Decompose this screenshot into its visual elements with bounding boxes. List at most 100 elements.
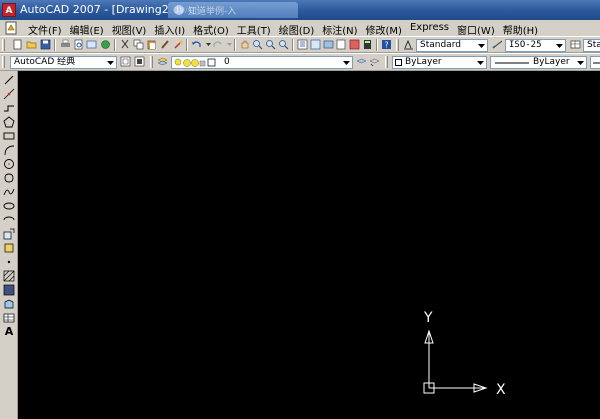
- title-bar: A AutoCAD 2007 - [Drawing2.dwg] 知道举例-入: [0, 0, 600, 20]
- hatch-icon[interactable]: [3, 270, 15, 282]
- toolbar-grip[interactable]: [385, 56, 388, 68]
- workspace-value: AutoCAD 经典: [14, 57, 76, 67]
- chevron-down-icon: [477, 61, 484, 65]
- ucs-icon: Y X: [423, 310, 506, 398]
- chevron-down-icon: [556, 44, 563, 48]
- 3d-dwf-icon[interactable]: [100, 39, 111, 50]
- ellipse-arc-icon[interactable]: [3, 214, 15, 226]
- toolbar-grip[interactable]: [2, 39, 5, 51]
- pan-icon[interactable]: [239, 39, 250, 50]
- cut-icon[interactable]: [120, 39, 131, 50]
- markup-set-icon[interactable]: [349, 39, 360, 50]
- dim-style-dropdown[interactable]: ISO-25: [505, 39, 566, 52]
- linetype-value: ByLayer: [533, 57, 570, 67]
- separator: [186, 39, 188, 51]
- layers-toolbar: AutoCAD 经典 0 ByLayer ByLayer: [0, 53, 600, 71]
- separator: [292, 39, 294, 51]
- gradient-icon[interactable]: [3, 284, 15, 296]
- polygon-icon[interactable]: [3, 116, 15, 128]
- ellipse-icon[interactable]: [3, 200, 15, 212]
- separator: [234, 39, 236, 51]
- layer-manager-icon[interactable]: [157, 56, 168, 67]
- svg-text:?: ?: [384, 41, 388, 50]
- browser-icon: [174, 5, 184, 15]
- color-value: ByLayer: [405, 57, 442, 67]
- construction-line-icon[interactable]: [3, 88, 15, 100]
- print-icon[interactable]: [60, 39, 71, 50]
- lineweight-sample-icon: [593, 62, 600, 64]
- toolbar-grip[interactable]: [2, 56, 5, 68]
- ucs-y-label: Y: [423, 310, 433, 326]
- text-style-icon[interactable]: [403, 39, 414, 50]
- polyline-icon[interactable]: [3, 102, 15, 114]
- match-properties-icon[interactable]: [160, 39, 171, 50]
- insert-block-icon[interactable]: [3, 228, 15, 240]
- help-icon[interactable]: ?: [381, 39, 392, 50]
- multiline-text-icon[interactable]: A: [3, 326, 15, 338]
- autocad-app-icon[interactable]: A: [2, 3, 16, 17]
- new-file-icon[interactable]: [12, 39, 23, 50]
- separator: [114, 39, 116, 51]
- text-style-dropdown[interactable]: Standard: [416, 39, 488, 52]
- background-window-tab[interactable]: 知道举例-入: [168, 2, 298, 18]
- chevron-down-icon: [343, 61, 350, 65]
- workspace-dropdown[interactable]: AutoCAD 经典: [10, 56, 117, 69]
- separator: [376, 39, 378, 51]
- chevron-down-icon: [107, 61, 114, 65]
- design-center-icon[interactable]: [310, 39, 321, 50]
- save-icon[interactable]: [40, 39, 51, 50]
- point-icon[interactable]: [3, 256, 15, 268]
- copy-icon[interactable]: [133, 39, 144, 50]
- paste-icon[interactable]: [146, 39, 157, 50]
- properties-icon[interactable]: [297, 39, 308, 50]
- table-icon[interactable]: [3, 312, 15, 324]
- menu-bar: 文件(F) 编辑(E) 视图(V) 插入(I) 格式(O) 工具(T) 绘图(D…: [0, 20, 600, 37]
- layer-dropdown[interactable]: 0: [171, 56, 353, 69]
- workspace-save-icon[interactable]: [134, 56, 145, 67]
- background-window-title: 知道举例-入: [188, 7, 237, 17]
- linetype-dropdown[interactable]: ByLayer: [490, 56, 587, 69]
- revision-cloud-icon[interactable]: [3, 172, 15, 184]
- lineweight-dropdown[interactable]: [590, 56, 600, 69]
- circle-icon[interactable]: [3, 158, 15, 170]
- table-style-icon[interactable]: [570, 39, 581, 50]
- standard-toolbar: ? Standard ISO-25 Sta: [0, 36, 600, 53]
- zoom-previous-icon[interactable]: [278, 39, 289, 50]
- toolbar-grip[interactable]: [150, 56, 153, 68]
- spline-icon[interactable]: [3, 186, 15, 198]
- layer-state-icons: [174, 58, 216, 67]
- linetype-sample-icon: [495, 62, 529, 64]
- sheet-set-icon[interactable]: [336, 39, 347, 50]
- text-style-value: Standard: [420, 40, 461, 50]
- rectangle-icon[interactable]: [3, 130, 15, 142]
- drawing-canvas[interactable]: Y X: [18, 71, 600, 419]
- zoom-realtime-icon[interactable]: [252, 39, 263, 50]
- layer-previous-icon[interactable]: [369, 56, 380, 67]
- draw-toolbar: A: [0, 71, 18, 419]
- arc-icon[interactable]: [3, 144, 15, 156]
- dim-style-icon[interactable]: [492, 39, 503, 50]
- open-folder-icon[interactable]: [26, 39, 37, 50]
- tool-palettes-icon[interactable]: [323, 39, 334, 50]
- workspace-settings-icon[interactable]: [120, 56, 131, 67]
- make-object-layer-current-icon[interactable]: [356, 56, 367, 67]
- zoom-window-icon[interactable]: [265, 39, 276, 50]
- table-style-dropdown[interactable]: Sta: [583, 39, 600, 52]
- region-icon[interactable]: [3, 298, 15, 310]
- block-editor-icon[interactable]: [173, 39, 184, 50]
- layer-value: 0: [224, 57, 230, 67]
- publish-icon[interactable]: [86, 39, 97, 50]
- line-icon[interactable]: [3, 74, 15, 86]
- redo-icon[interactable]: [212, 39, 223, 50]
- color-swatch-icon: [395, 59, 402, 66]
- chevron-down-icon: [478, 44, 485, 48]
- undo-icon[interactable]: [191, 39, 202, 50]
- make-block-icon[interactable]: [3, 242, 15, 254]
- drawing-doc-icon[interactable]: [4, 21, 18, 35]
- plot-preview-icon[interactable]: [73, 39, 84, 50]
- color-dropdown[interactable]: ByLayer: [392, 56, 487, 69]
- dim-style-value: ISO-25: [509, 40, 542, 50]
- toolbar-grip[interactable]: [396, 39, 399, 51]
- separator: [54, 39, 56, 51]
- quickcalc-icon[interactable]: [362, 39, 373, 50]
